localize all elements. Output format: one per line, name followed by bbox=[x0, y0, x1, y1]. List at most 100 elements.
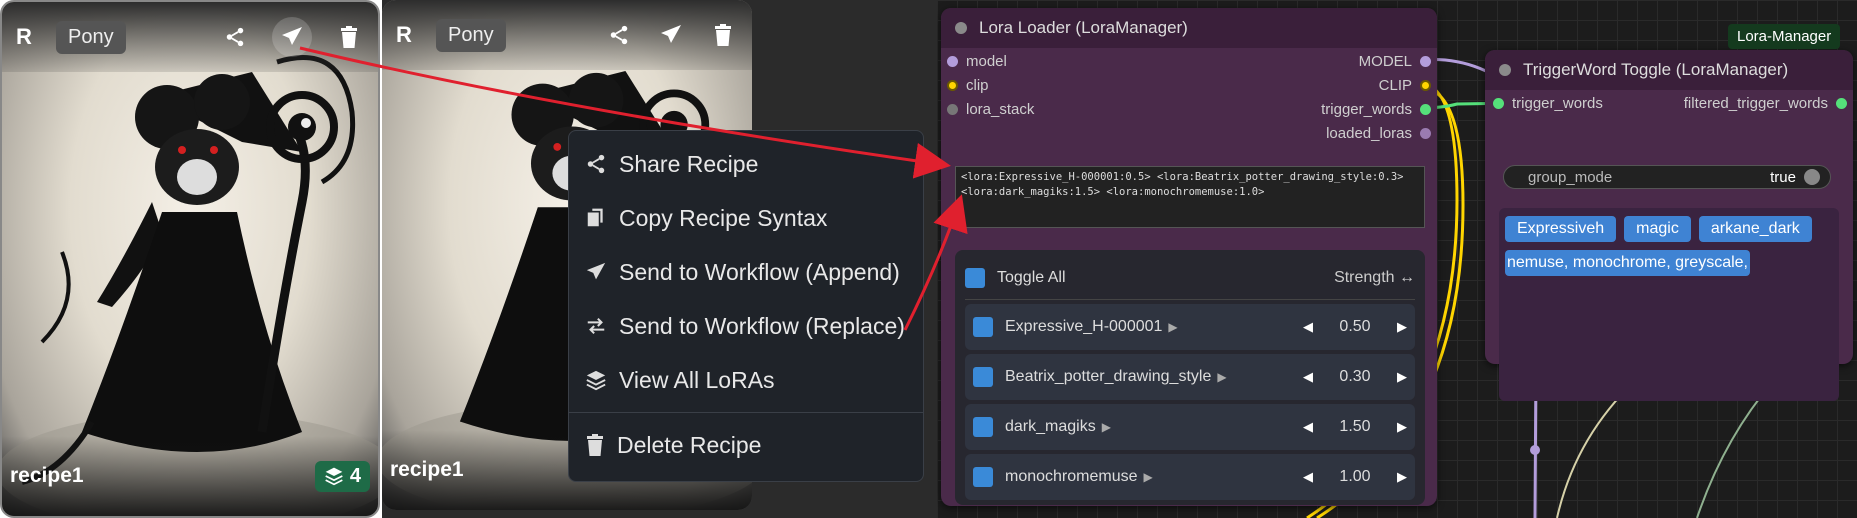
lora-name: Expressive_H-000001 bbox=[1005, 318, 1163, 335]
decrease-strength-button[interactable]: ◀ bbox=[1303, 319, 1313, 335]
toggle-knob[interactable] bbox=[1804, 169, 1820, 185]
recipe-title: recipe1 bbox=[390, 458, 464, 481]
lora-list-header: Toggle All Strength ↔ bbox=[965, 256, 1415, 300]
lora-checkbox[interactable] bbox=[973, 417, 993, 437]
trigger-tag[interactable]: magic bbox=[1624, 216, 1691, 242]
input-clip[interactable]: clip bbox=[947, 77, 989, 94]
copy-icon bbox=[587, 208, 603, 227]
lora-checkbox[interactable] bbox=[973, 467, 993, 487]
lora-checkbox[interactable] bbox=[973, 317, 993, 337]
lora-row[interactable]: monochromemuse ▶ ◀ 1.00 ▶ bbox=[965, 454, 1415, 500]
layers-icon bbox=[586, 370, 606, 391]
decrease-strength-button[interactable]: ◀ bbox=[1303, 469, 1313, 485]
node-title: TriggerWord Toggle (LoraManager) bbox=[1523, 60, 1789, 79]
menu-item-view-all-loras[interactable]: View All LoRAs bbox=[569, 353, 923, 407]
strength-value[interactable]: 0.30 bbox=[1337, 368, 1373, 386]
share-icon[interactable] bbox=[604, 20, 634, 50]
recipe-card[interactable]: R Pony recipe1 4 bbox=[0, 0, 380, 518]
increase-strength-button[interactable]: ▶ bbox=[1397, 319, 1407, 335]
toggle-all-label: Toggle All bbox=[997, 268, 1066, 286]
share-icon bbox=[587, 154, 605, 174]
lora-loader-node[interactable]: Lora Loader (LoraManager) model clip lor… bbox=[941, 8, 1437, 506]
share-icon[interactable] bbox=[220, 22, 250, 52]
node-title-bar[interactable]: TriggerWord Toggle (LoraManager) bbox=[1485, 50, 1853, 90]
collapse-dot[interactable] bbox=[1499, 64, 1511, 76]
recipe-title: recipe1 bbox=[10, 464, 84, 487]
lora-name: Beatrix_potter_drawing_style bbox=[1005, 368, 1212, 385]
output-loaded-loras[interactable]: loaded_loras bbox=[1326, 125, 1431, 142]
menu-item-label: Send to Workflow (Replace) bbox=[619, 312, 905, 339]
send-icon bbox=[586, 262, 606, 280]
menu-item-label: View All LoRAs bbox=[619, 366, 775, 393]
strength-value[interactable]: 0.50 bbox=[1337, 318, 1373, 336]
menu-divider bbox=[569, 412, 923, 413]
base-model-badge: Pony bbox=[56, 20, 126, 54]
expand-arrow-icon[interactable]: ▶ bbox=[1102, 420, 1111, 434]
send-to-workflow-icon[interactable] bbox=[272, 17, 312, 57]
menu-item-send-replace[interactable]: Send to Workflow (Replace) bbox=[569, 299, 923, 353]
lora-name: dark_magiks bbox=[1005, 418, 1096, 435]
input-lora-stack[interactable]: lora_stack bbox=[947, 101, 1034, 118]
menu-item-copy-recipe-syntax[interactable]: Copy Recipe Syntax bbox=[569, 191, 923, 245]
output-clip[interactable]: CLIP bbox=[1379, 77, 1431, 94]
civitai-logo: R bbox=[396, 22, 412, 47]
menu-item-label: Share Recipe bbox=[619, 150, 759, 177]
card-header: R Pony bbox=[2, 2, 378, 72]
group-mode-label: group_mode bbox=[1528, 168, 1613, 186]
card-header: R Pony bbox=[382, 0, 752, 70]
input-model[interactable]: model bbox=[947, 53, 1007, 70]
lora-syntax-textbox[interactable]: <lora:Expressive_H-000001:0.5> <lora:Bea… bbox=[955, 166, 1425, 228]
base-model-badge: Pony bbox=[436, 18, 506, 52]
menu-item-share-recipe[interactable]: Share Recipe bbox=[569, 137, 923, 191]
node-title: Lora Loader (LoraManager) bbox=[979, 18, 1188, 37]
increase-strength-button[interactable]: ▶ bbox=[1397, 469, 1407, 485]
lora-name: monochromemuse bbox=[1005, 468, 1138, 485]
increase-strength-button[interactable]: ▶ bbox=[1397, 369, 1407, 385]
lora-row[interactable]: Beatrix_potter_drawing_style ▶ ◀ 0.30 ▶ bbox=[965, 354, 1415, 400]
increase-strength-button[interactable]: ▶ bbox=[1397, 419, 1407, 435]
group-mode-value: true bbox=[1770, 168, 1796, 186]
menu-item-label: Delete Recipe bbox=[617, 431, 762, 458]
lora-checkbox[interactable] bbox=[973, 367, 993, 387]
node-title-bar[interactable]: Lora Loader (LoraManager) bbox=[941, 8, 1437, 48]
trigger-word-tags: Expressiveh magic arkane_dark nemuse, mo… bbox=[1499, 208, 1839, 401]
output-model[interactable]: MODEL bbox=[1359, 53, 1431, 70]
lora-count-badge[interactable]: 4 bbox=[314, 460, 370, 492]
trash-icon[interactable] bbox=[708, 20, 738, 50]
trigger-tag[interactable]: nemuse, monochrome, greyscale, bbox=[1505, 250, 1750, 276]
toggle-all-checkbox[interactable] bbox=[965, 267, 985, 288]
menu-item-label: Send to Workflow (Append) bbox=[619, 258, 900, 285]
send-to-workflow-icon[interactable] bbox=[656, 20, 686, 50]
layers-icon bbox=[325, 467, 343, 486]
output-filtered-trigger-words[interactable]: filtered_trigger_words bbox=[1684, 95, 1847, 112]
expand-arrow-icon[interactable]: ▶ bbox=[1168, 320, 1177, 334]
menu-item-delete-recipe[interactable]: Delete Recipe bbox=[569, 418, 923, 472]
card-footer: recipe1 4 bbox=[2, 436, 378, 516]
lora-row[interactable]: Expressive_H-000001 ▶ ◀ 0.50 ▶ bbox=[965, 304, 1415, 350]
menu-item-send-append[interactable]: Send to Workflow (Append) bbox=[569, 245, 923, 299]
strength-header[interactable]: Strength ↔ bbox=[1334, 269, 1415, 287]
trigger-tag[interactable]: Expressiveh bbox=[1505, 216, 1617, 242]
trash-icon[interactable] bbox=[334, 22, 364, 52]
comfyui-canvas[interactable]: Lora Loader (LoraManager) model clip lor… bbox=[937, 0, 1857, 518]
menu-item-label: Copy Recipe Syntax bbox=[619, 204, 828, 231]
civitai-logo: R bbox=[16, 24, 32, 49]
output-trigger-words[interactable]: trigger_words bbox=[1321, 101, 1431, 118]
expand-arrow-icon[interactable]: ▶ bbox=[1217, 370, 1226, 384]
collapse-dot[interactable] bbox=[955, 22, 967, 34]
input-trigger-words[interactable]: trigger_words bbox=[1493, 95, 1603, 112]
strength-value[interactable]: 1.50 bbox=[1337, 418, 1373, 436]
recipe-context-menu: Share Recipe Copy Recipe Syntax Send to … bbox=[568, 130, 924, 482]
trash-icon bbox=[587, 434, 603, 456]
swap-icon bbox=[587, 317, 605, 335]
group-mode-toggle[interactable]: group_mode true bbox=[1503, 165, 1831, 189]
lora-row[interactable]: dark_magiks ▶ ◀ 1.50 ▶ bbox=[965, 404, 1415, 450]
group-label-badge: Lora-Manager bbox=[1728, 24, 1841, 49]
lora-count-value: 4 bbox=[349, 464, 361, 487]
decrease-strength-button[interactable]: ◀ bbox=[1303, 369, 1313, 385]
strength-value[interactable]: 1.00 bbox=[1337, 468, 1373, 486]
trigger-tag[interactable]: arkane_dark bbox=[1698, 216, 1812, 242]
expand-arrow-icon[interactable]: ▶ bbox=[1144, 470, 1153, 484]
decrease-strength-button[interactable]: ◀ bbox=[1303, 419, 1313, 435]
triggerword-toggle-node[interactable]: TriggerWord Toggle (LoraManager) trigger… bbox=[1485, 50, 1853, 401]
